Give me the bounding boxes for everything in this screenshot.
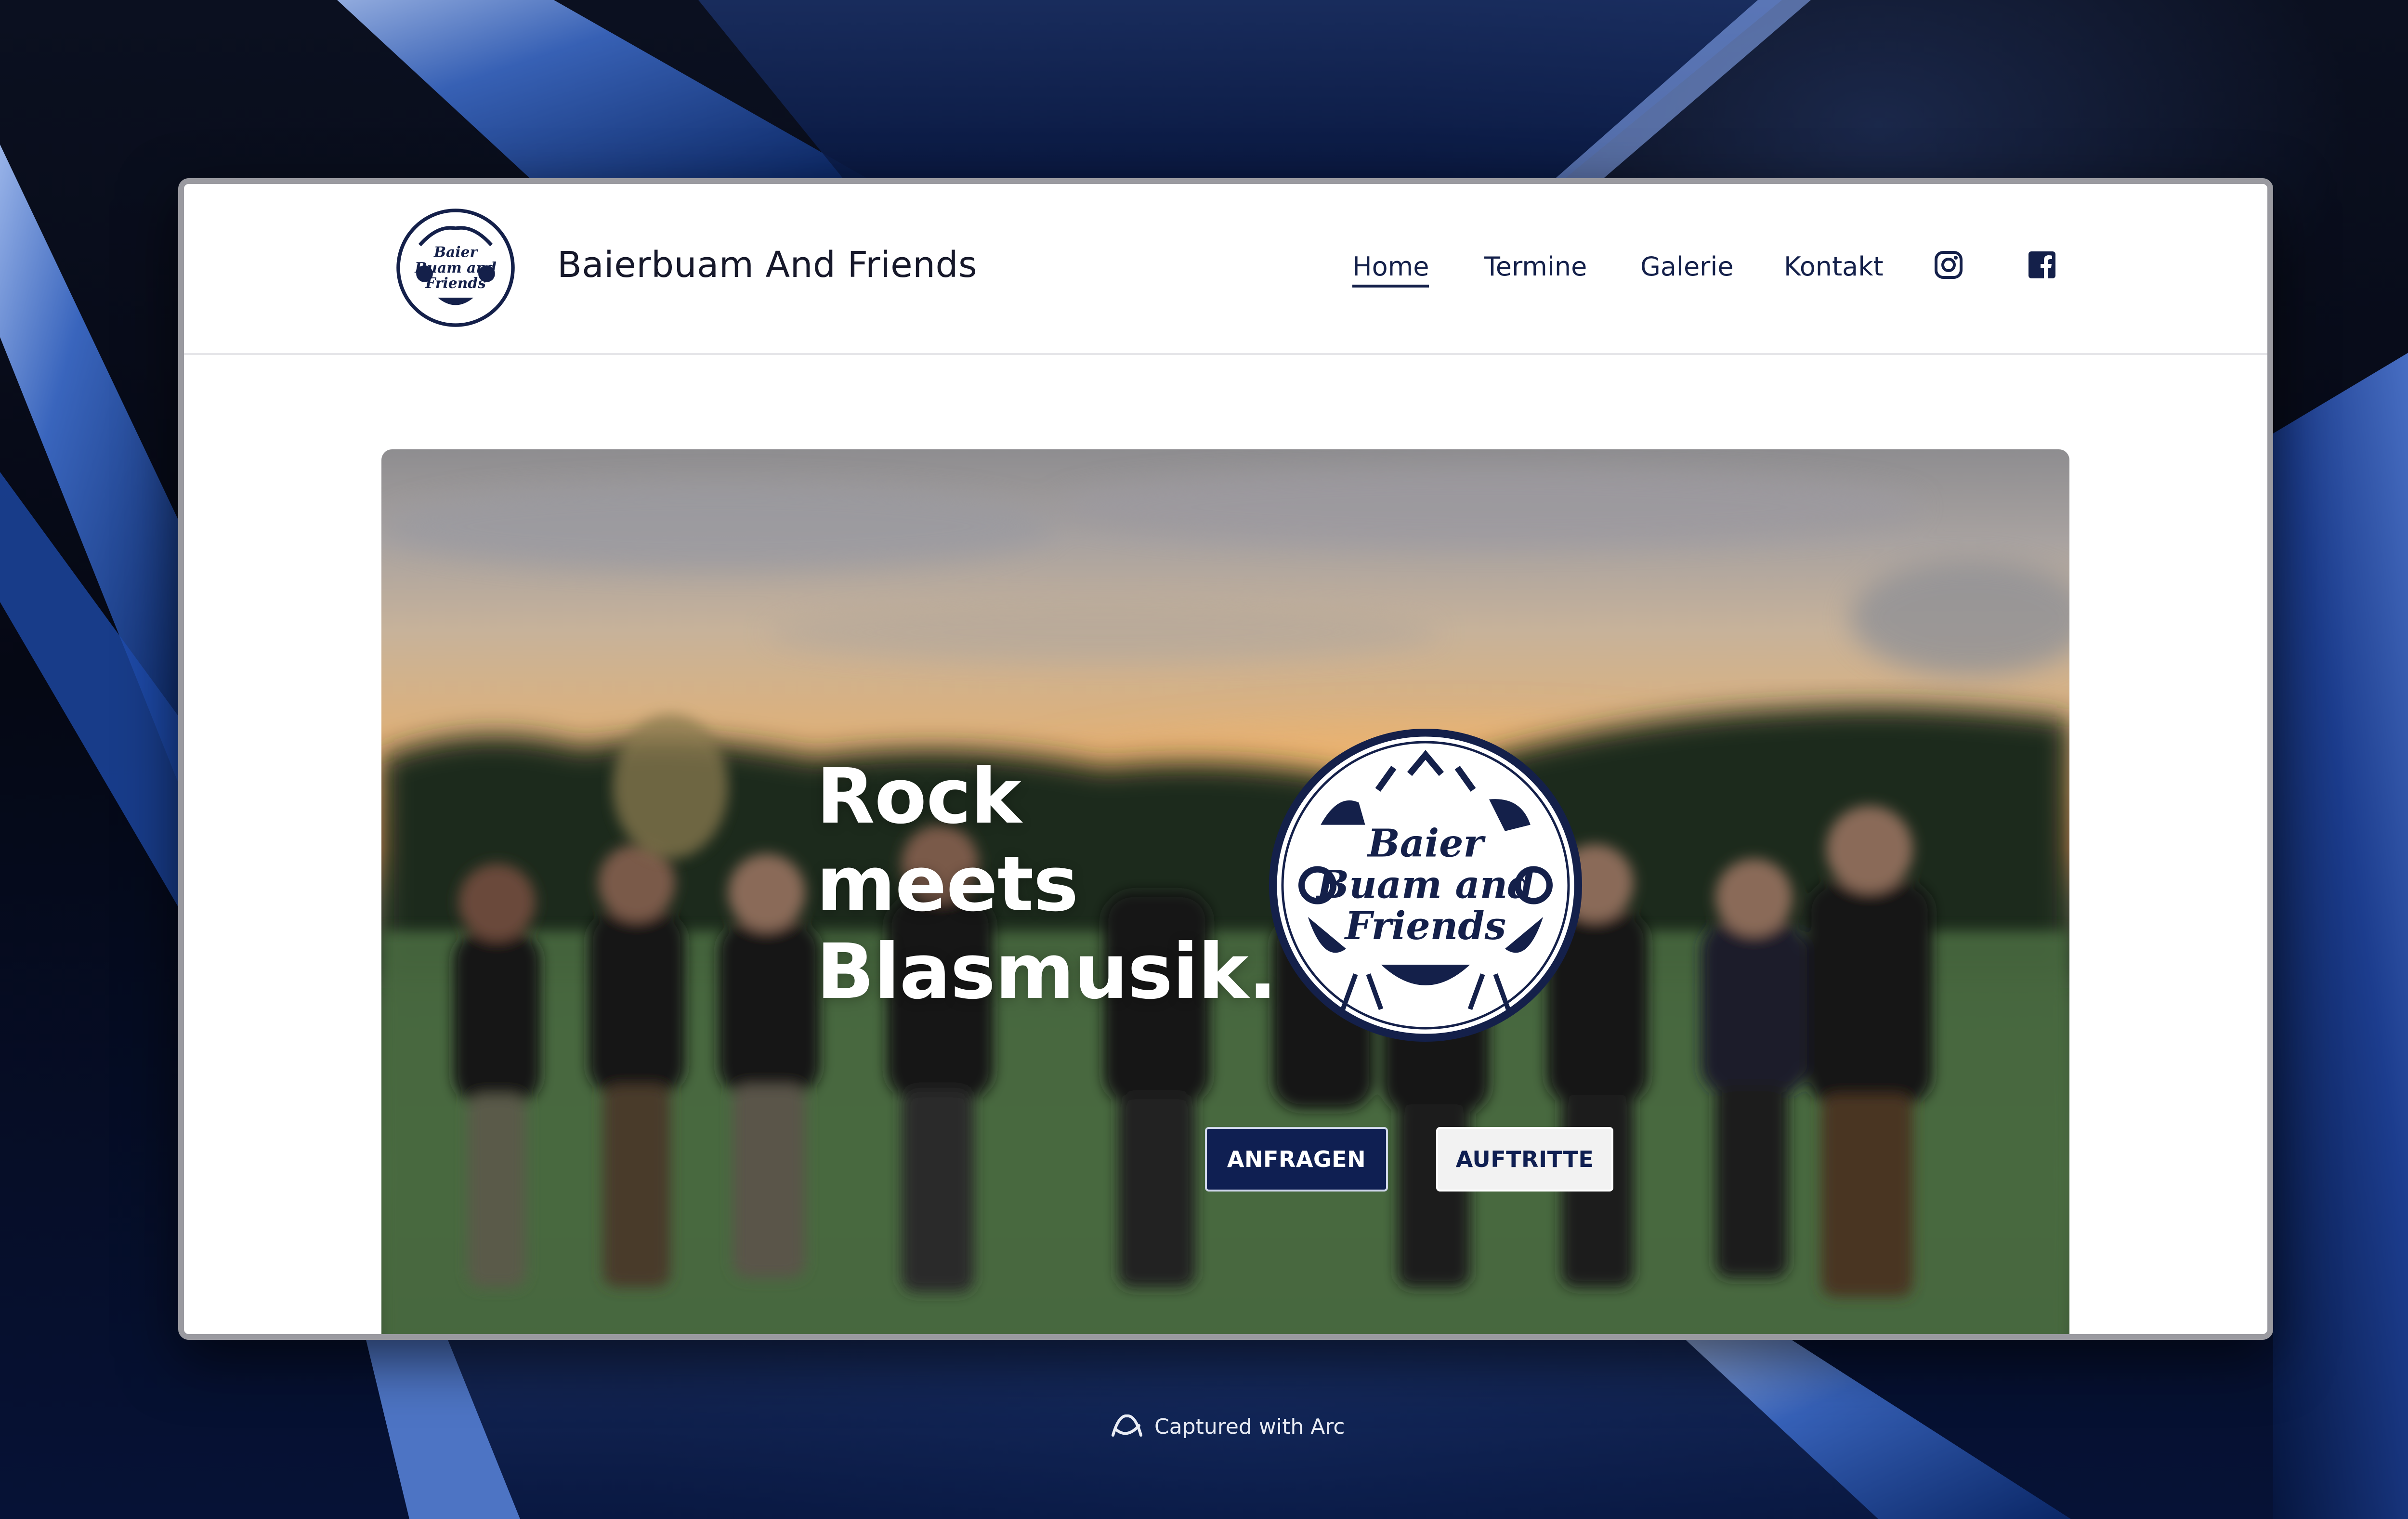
auftritte-button[interactable]: AUFTRITTE (1436, 1127, 1613, 1192)
hero-heading-line: Rock (816, 752, 1021, 841)
nav-link-termine[interactable]: Termine (1484, 251, 1587, 282)
facebook-icon[interactable] (2027, 249, 2057, 280)
site-header: Baier Buam and Friends Baierbuam And Fri… (184, 184, 2267, 355)
logo-text-line: Buam and (1316, 862, 1534, 907)
hero-heading: Rock meets Blasmusik. (816, 753, 1277, 1016)
logo-text-line: Baier (1367, 821, 1486, 866)
nav-link-kontakt[interactable]: Kontakt (1784, 251, 1884, 282)
capture-caption: Captured with Arc (1109, 1411, 1345, 1442)
hero-section: Rock meets Blasmusik. Baier Buam and Fri… (381, 449, 2069, 1334)
instagram-icon[interactable] (1933, 249, 1964, 280)
arc-logo-icon (1112, 1414, 1142, 1437)
band-logo-large-icon: Baier Buam and Friends (1269, 728, 1583, 1042)
nav-link-galerie[interactable]: Galerie (1640, 251, 1734, 282)
nav-link-home[interactable]: Home (1352, 251, 1429, 288)
hero-heading-line: Blasmusik. (816, 928, 1277, 1016)
anfragen-button[interactable]: ANFRAGEN (1205, 1127, 1388, 1192)
main-navigation: Home Termine Galerie Kontakt (184, 184, 2267, 355)
capture-text: Captured with Arc (1154, 1414, 1345, 1439)
browser-window: Baier Buam and Friends Baierbuam And Fri… (178, 178, 2273, 1340)
hero-heading-line: meets (816, 840, 1079, 929)
logo-text-line: Friends (1344, 904, 1506, 948)
